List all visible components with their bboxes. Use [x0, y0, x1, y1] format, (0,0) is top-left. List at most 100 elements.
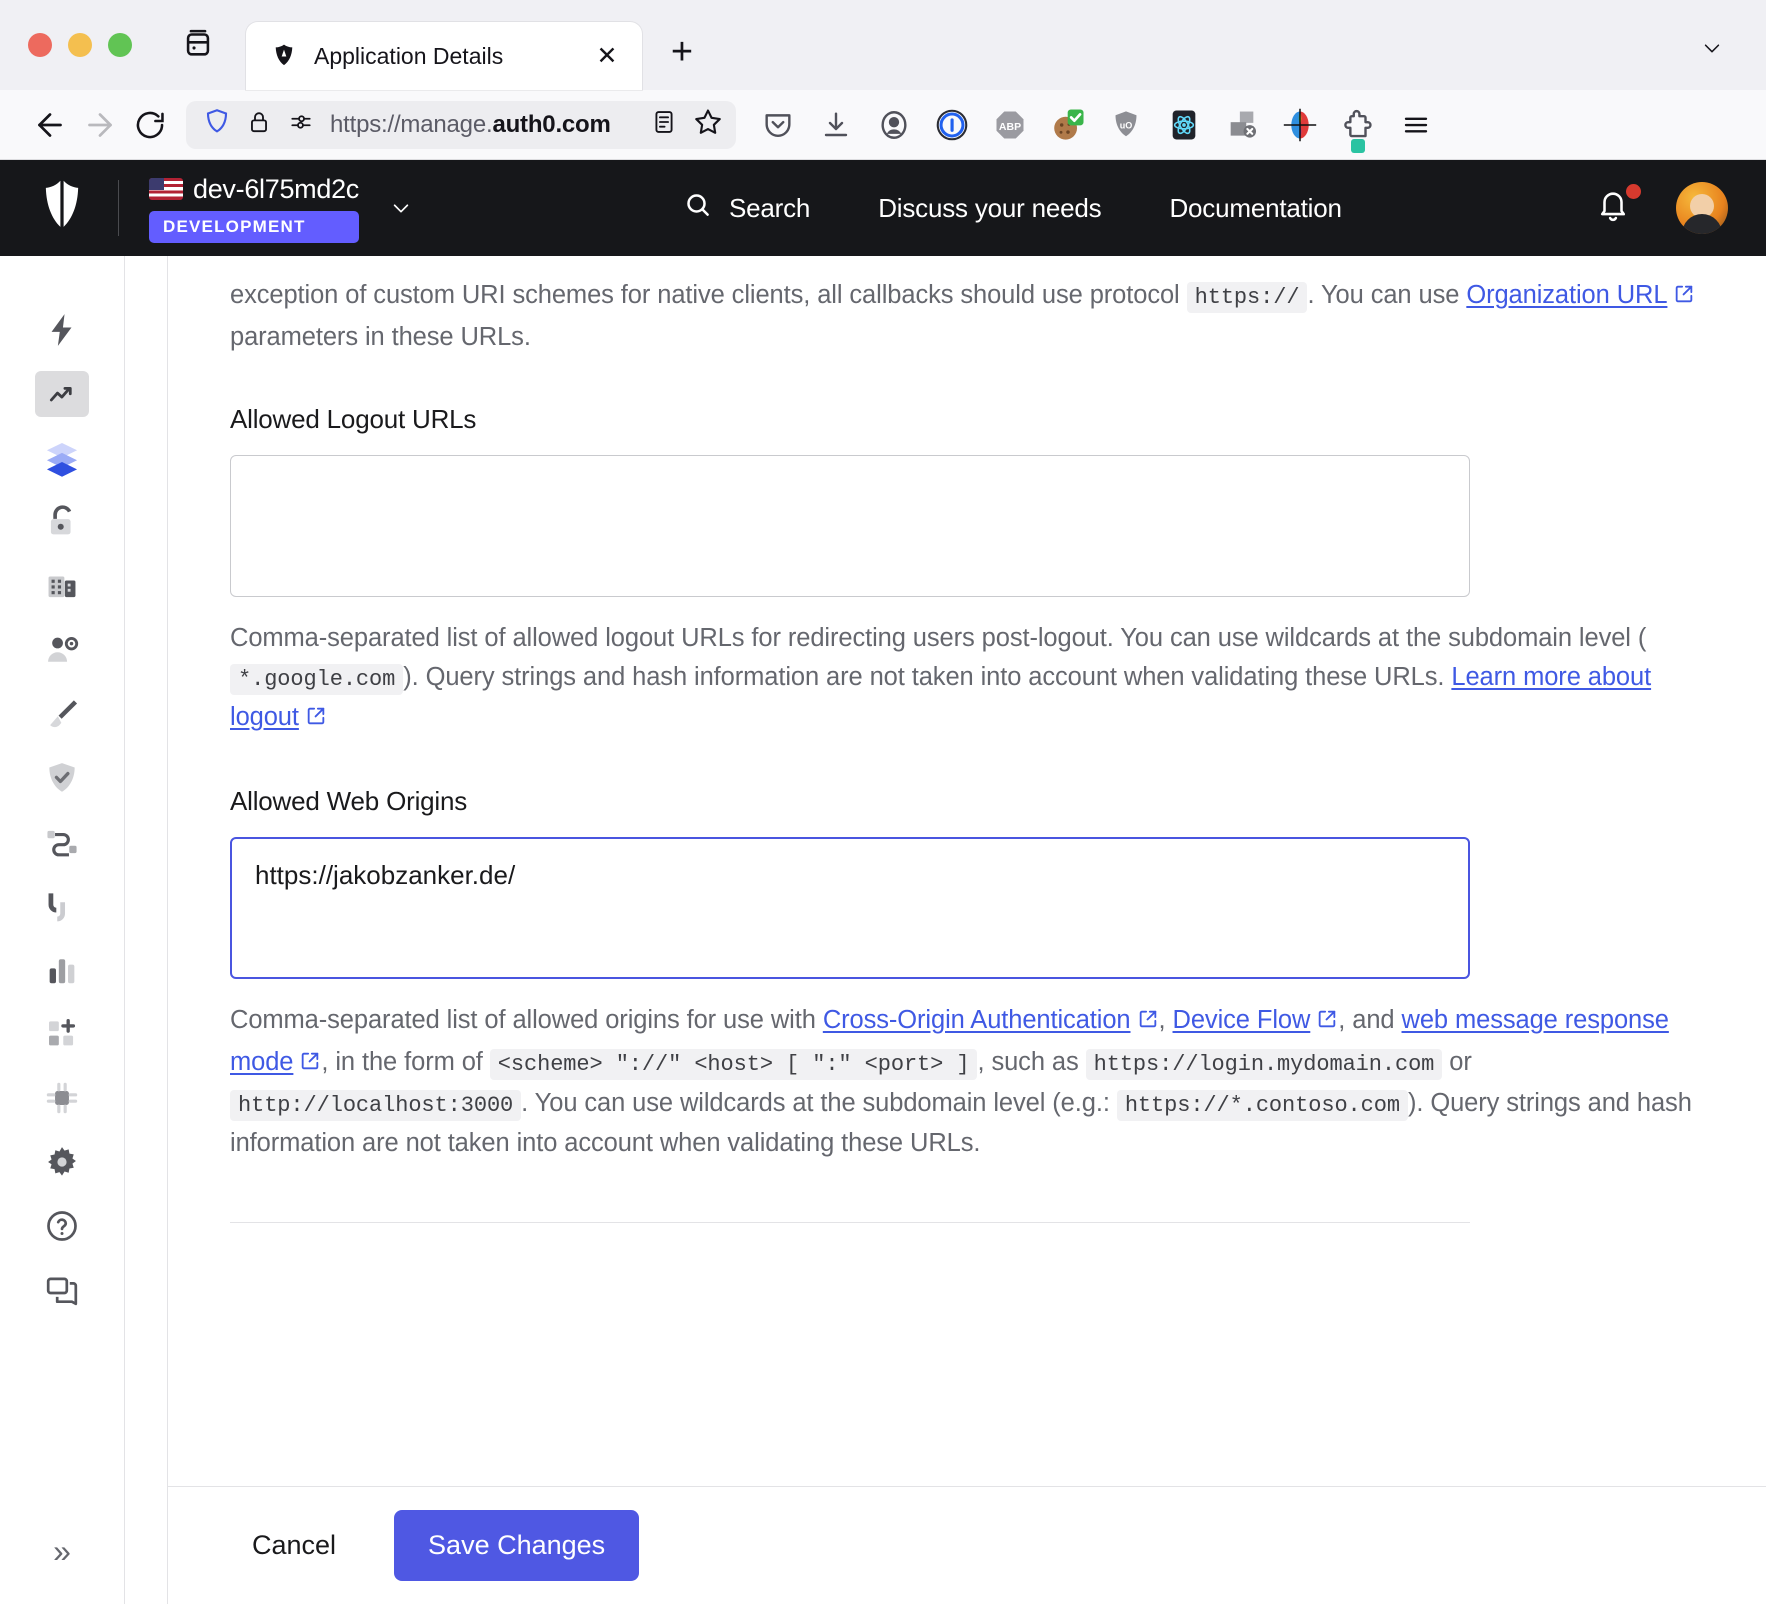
- svg-text:ABP: ABP: [999, 120, 1021, 132]
- lock-icon[interactable]: [246, 107, 272, 142]
- svg-text:uO: uO: [1120, 120, 1133, 130]
- tenant-selector[interactable]: dev-6l75md2c DEVELOPMENT: [149, 174, 359, 243]
- sidebar-item-activity[interactable]: [28, 362, 96, 426]
- header-documentation-link[interactable]: Documentation: [1135, 193, 1375, 224]
- logout-urls-description: Comma-separated list of allowed logout U…: [230, 619, 1706, 740]
- web-origins-and: , and: [1338, 1005, 1395, 1034]
- forward-button-icon[interactable]: [76, 101, 124, 149]
- callback-note-text-d: parameters in these URLs.: [230, 322, 531, 351]
- web-origins-or: or: [1449, 1047, 1472, 1076]
- url-bar[interactable]: https://manage.auth0.com: [186, 100, 736, 149]
- web-origins-desc-b: , in the form of: [321, 1047, 483, 1076]
- back-button-icon[interactable]: [26, 101, 74, 149]
- us-flag-icon: [149, 178, 183, 200]
- sidebar-item-monitoring[interactable]: [28, 938, 96, 1002]
- reader-view-icon[interactable]: [650, 106, 678, 143]
- sidebar-item-getting-started[interactable]: [28, 298, 96, 362]
- callback-note-paragraph: exception of custom URI schemes for nati…: [230, 276, 1706, 358]
- cookie-autodelete-icon[interactable]: [1044, 101, 1092, 149]
- app-body: » exception of custom URI schemes for na…: [0, 256, 1766, 1604]
- sidebar-item-security[interactable]: [28, 746, 96, 810]
- localhost-code: http://localhost:3000: [230, 1090, 522, 1122]
- allowed-web-origins-input[interactable]: https://jakobzanker.de/: [230, 836, 1470, 979]
- pocket-icon[interactable]: [754, 101, 802, 149]
- header-nav-label: Discuss your needs: [878, 192, 1102, 223]
- web-origins-comma: ,: [1158, 1005, 1166, 1034]
- extensions-puzzle-icon[interactable]: [1334, 101, 1382, 153]
- list-all-tabs-icon[interactable]: [172, 20, 224, 66]
- logout-desc-b: ). Query strings and hash information ar…: [403, 663, 1445, 692]
- tab-strip: Application Details ✕ +: [0, 0, 1766, 90]
- ublock-origin-icon[interactable]: uO: [1102, 101, 1150, 149]
- callback-note-text-a: exception of custom URI schemes for nati…: [230, 281, 1180, 309]
- shield-tracking-icon[interactable]: [202, 106, 232, 143]
- react-devtools-icon[interactable]: [1160, 101, 1208, 149]
- bookmark-star-icon[interactable]: [692, 106, 724, 143]
- organization-url-link[interactable]: Organization URL: [1466, 281, 1667, 309]
- save-changes-button[interactable]: Save Changes: [394, 1510, 640, 1581]
- chevron-down-icon[interactable]: [1692, 28, 1732, 68]
- content-scroll-area[interactable]: exception of custom URI schemes for nati…: [168, 256, 1766, 1486]
- activity-icon-bg: [35, 371, 89, 417]
- sidebar-item-help[interactable]: [28, 1194, 96, 1258]
- auth0-shield-icon: [270, 42, 298, 70]
- colorzilla-icon[interactable]: [1276, 101, 1324, 149]
- app-menu-icon[interactable]: [1392, 101, 1440, 149]
- new-tab-button[interactable]: +: [660, 30, 704, 74]
- notifications-button[interactable]: [1596, 184, 1641, 230]
- content-panel: exception of custom URI schemes for nati…: [167, 256, 1766, 1604]
- tab-title: Application Details: [314, 42, 504, 69]
- sidebar-item-feedback[interactable]: [28, 1258, 96, 1322]
- tenant-name: dev-6l75md2c: [193, 173, 359, 204]
- sidebar-item-applications[interactable]: [28, 426, 96, 490]
- maximize-window-button[interactable]: [108, 33, 132, 57]
- external-link-icon: [1316, 1003, 1338, 1043]
- cancel-button[interactable]: Cancel: [230, 1516, 358, 1575]
- sidebar-item-settings[interactable]: [28, 1130, 96, 1194]
- auth0-top-bar: dev-6l75md2c DEVELOPMENT Search Discuss …: [0, 160, 1766, 256]
- url-text[interactable]: https://manage.auth0.com: [330, 111, 636, 139]
- chevron-down-icon[interactable]: [385, 197, 417, 224]
- external-link-icon: [305, 700, 327, 740]
- allowed-logout-urls-input[interactable]: [230, 454, 1470, 597]
- expand-sidebar-button[interactable]: »: [0, 1533, 124, 1570]
- minimize-window-button[interactable]: [68, 33, 92, 57]
- cross-origin-authentication-link[interactable]: Cross-Origin Authentication: [823, 1006, 1131, 1034]
- browser-tab[interactable]: Application Details ✕: [246, 22, 642, 90]
- download-icon[interactable]: [812, 101, 860, 149]
- web-origins-desc-d: . You can use wildcards at the subdomain…: [521, 1089, 1110, 1118]
- reload-button-icon[interactable]: [126, 101, 174, 149]
- close-tab-button[interactable]: ✕: [590, 39, 624, 73]
- adblock-plus-icon[interactable]: ABP: [986, 101, 1034, 149]
- header-nav-label: Search: [729, 192, 811, 223]
- google-wildcard-code: *.google.com: [230, 664, 404, 696]
- external-link-icon: [1137, 1003, 1159, 1043]
- allowed-web-origins-label: Allowed Web Origins: [230, 785, 468, 816]
- sidebar-item-organizations[interactable]: [28, 554, 96, 618]
- onepassword-icon[interactable]: [928, 101, 976, 149]
- sidebar-item-user-management[interactable]: [28, 618, 96, 682]
- device-flow-link[interactable]: Device Flow: [1173, 1006, 1311, 1034]
- header-nav-label: Documentation: [1169, 192, 1342, 223]
- sidebar-item-branding[interactable]: [28, 682, 96, 746]
- extension-toolbar: ABP uO: [754, 101, 1440, 153]
- sidebar-item-authentication[interactable]: [28, 490, 96, 554]
- header-search-button[interactable]: Search: [649, 190, 844, 227]
- sidebar-item-actions[interactable]: [28, 810, 96, 874]
- header-discuss-link[interactable]: Discuss your needs: [844, 193, 1135, 224]
- sidebar-item-marketplace[interactable]: [28, 1002, 96, 1066]
- account-icon[interactable]: [870, 101, 918, 149]
- close-window-button[interactable]: [28, 33, 52, 57]
- auth0-logo[interactable]: [34, 178, 90, 238]
- proxy-switch-icon[interactable]: [1218, 101, 1266, 149]
- header-right-group: [1596, 182, 1728, 234]
- https-protocol-code: https://: [1186, 282, 1308, 313]
- external-link-icon: [1673, 278, 1695, 318]
- avatar[interactable]: [1676, 182, 1728, 234]
- form-action-bar: Cancel Save Changes: [168, 1486, 1766, 1604]
- extension-update-badge: [1351, 138, 1365, 153]
- header-divider: [118, 180, 119, 236]
- sidebar-item-auth-pipeline[interactable]: [28, 874, 96, 938]
- sidebar-item-extensions[interactable]: [28, 1066, 96, 1130]
- permissions-icon[interactable]: [286, 109, 316, 140]
